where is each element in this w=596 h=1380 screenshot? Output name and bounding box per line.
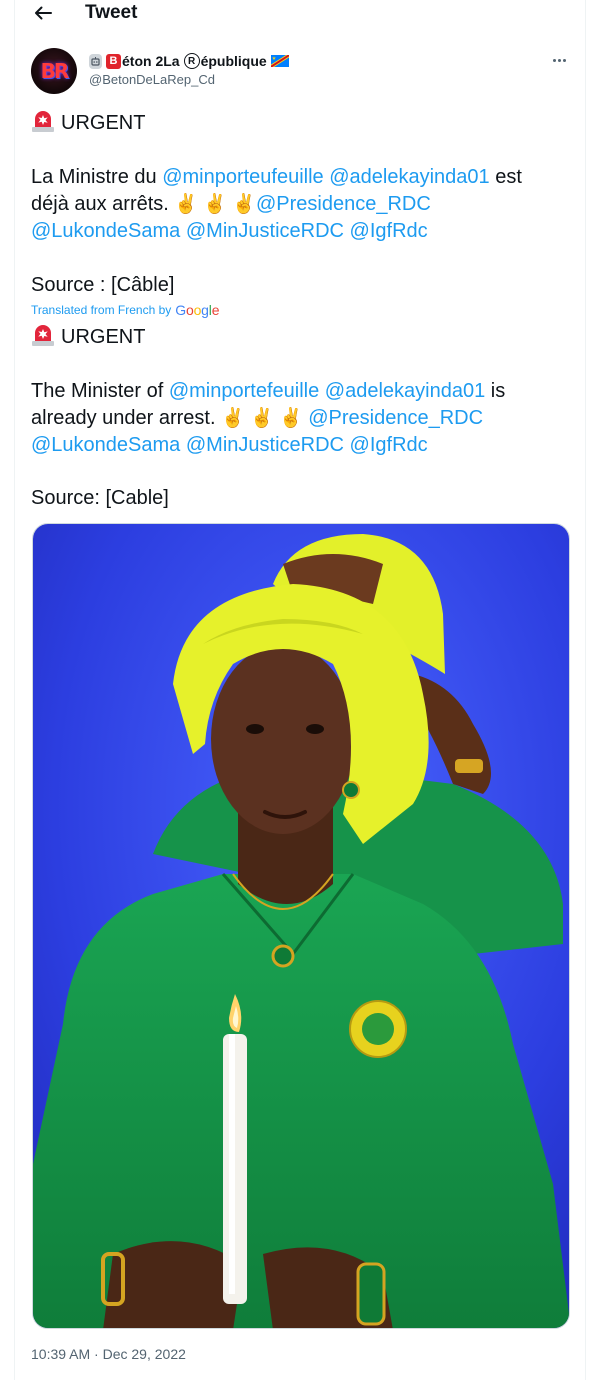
circled-r-icon: R — [183, 53, 200, 69]
display-name-part1: éton 2La — [122, 53, 180, 69]
more-options-button[interactable] — [547, 50, 571, 70]
display-name[interactable]: B éton 2La R épublique — [89, 51, 289, 71]
tweet-time[interactable]: 10:39 AM — [31, 1346, 90, 1362]
translated-text: Translated from French by — [31, 303, 172, 317]
mention-link[interactable]: @Presidence_RDC — [256, 193, 431, 215]
mention-link[interactable]: @IgfRdc — [350, 220, 428, 242]
mention-link[interactable]: @Presidence_RDC — [308, 407, 483, 429]
drc-flag-icon — [270, 55, 289, 67]
mention-link[interactable]: @MinJusticeRDC — [186, 434, 344, 456]
more-icon-dot — [557, 58, 561, 62]
page-title: Tweet — [85, 2, 138, 23]
google-logo-letter: g — [201, 302, 209, 318]
mention-link[interactable]: @minporteufeuille — [162, 166, 324, 188]
google-logo-letter: G — [175, 302, 186, 318]
urgent-label: URGENT — [61, 326, 146, 348]
google-logo-letter: e — [211, 302, 220, 318]
text-segment: already under arrest. — [31, 407, 216, 429]
tweet-author-header: BR B éton 2La R épublique @BetonDeLaRep_… — [15, 46, 587, 96]
tweet-text-original-source: Source : [Câble] — [31, 274, 175, 296]
tweet-detail-column: Tweet BR B éton 2La R épublique @BetonDe… — [14, 0, 586, 1380]
timestamp-separator: · — [94, 1346, 99, 1362]
siren-icon — [32, 111, 54, 132]
tweet-text-original-body: La Ministre du @minporteufeuille @adelek… — [31, 164, 571, 245]
tweet-timestamp: 10:39 AM · Dec 29, 2022 — [31, 1346, 186, 1362]
google-logo: Google — [175, 302, 219, 318]
text-segment: est — [495, 166, 522, 188]
letter-b-emoji-icon: B — [106, 53, 121, 69]
tweet-text-translation-urgent: URGENT — [31, 324, 571, 351]
mention-link[interactable]: @LukondeSama — [31, 434, 180, 456]
photo-illustration — [33, 524, 569, 1328]
mention-link[interactable]: @adelekayinda01 — [329, 166, 489, 188]
mention-link[interactable]: @LukondeSama — [31, 220, 180, 242]
mention-link[interactable]: @minportefeuille — [169, 380, 319, 402]
text-segment: La Ministre du — [31, 166, 157, 188]
tweet-text-translation-body: The Minister of @minportefeuille @adelek… — [31, 378, 571, 459]
text-segment: déjà aux arrêts. — [31, 193, 169, 215]
mention-link[interactable]: @MinJusticeRDC — [186, 220, 344, 242]
tweet-text-original-urgent: URGENT — [31, 110, 571, 137]
top-bar: Tweet — [15, 0, 587, 30]
avatar[interactable]: BR — [31, 48, 77, 94]
more-icon-dot — [562, 58, 566, 62]
tweet-date[interactable]: Dec 29, 2022 — [103, 1346, 186, 1362]
victory-hand-icon: ✌️ ✌️ ✌️ — [221, 408, 303, 429]
back-arrow-icon — [35, 6, 52, 20]
urgent-label: URGENT — [61, 112, 146, 134]
robot-emoji-icon — [89, 53, 102, 69]
tweet-photo[interactable] — [32, 523, 570, 1329]
text-segment: is — [490, 380, 506, 402]
mention-link[interactable]: @adelekayinda01 — [325, 380, 485, 402]
user-handle[interactable]: @BetonDeLaRep_Cd — [89, 72, 215, 87]
siren-icon — [32, 325, 54, 346]
avatar-logo: BR — [40, 59, 70, 83]
text-segment: The Minister of — [31, 380, 164, 402]
tweet-text-translation-source: Source: [Cable] — [31, 487, 169, 509]
google-logo-letter: o — [185, 302, 194, 318]
back-button[interactable] — [29, 0, 57, 26]
victory-hand-icon: ✌️ ✌️ ✌️ — [174, 194, 256, 215]
display-name-part2: épublique — [200, 53, 267, 69]
translated-label[interactable]: Translated from French by Google — [31, 302, 219, 318]
mention-link[interactable]: @IgfRdc — [350, 434, 428, 456]
more-icon-dot — [552, 58, 556, 62]
